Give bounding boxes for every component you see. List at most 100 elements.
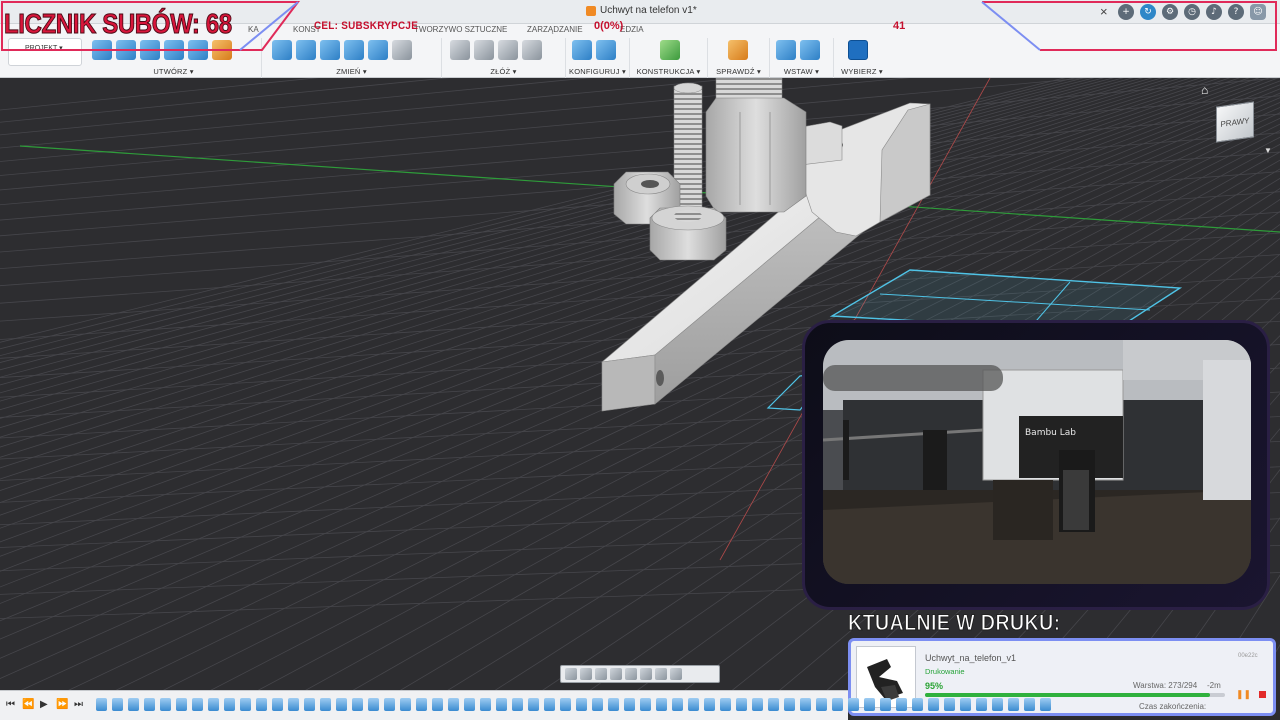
print-status: Drukowanie [925,667,965,676]
timeline-feature-icon[interactable] [640,698,651,711]
group-label-wstaw[interactable]: WSTAW ▾ [770,67,833,76]
timeline-feature-icon[interactable] [624,698,635,711]
timeline-feature-icon[interactable] [992,698,1003,711]
timeline-feature-icon[interactable] [944,698,955,711]
timeline-feature-icon[interactable] [592,698,603,711]
group-label-konstrukcja[interactable]: KONSTRUKCJA ▾ [630,67,707,76]
timeline-feature-icon[interactable] [608,698,619,711]
display-settings-icon[interactable] [640,668,652,680]
subscriber-counter: LICZNIK SUBÓW: 68 [4,8,233,40]
home-icon[interactable]: ⌂ [1201,83,1208,97]
timeline-last-icon[interactable]: ⏭ [74,699,83,710]
timeline-feature-icon[interactable] [400,698,411,711]
pause-icon[interactable]: ❚❚ [1236,689,1251,700]
timeline-feature-icon[interactable] [1024,698,1035,711]
timeline-feature-icon[interactable] [192,698,203,711]
timeline-feature-icon[interactable] [144,698,155,711]
print-job-id: 00e22c [1238,653,1258,659]
look-at-icon[interactable] [580,668,592,680]
group-label-zmien[interactable]: ZMIEŃ ▾ [262,67,441,76]
grid-settings-icon[interactable] [655,668,667,680]
print-percent: 95% [925,681,944,691]
timeline-feature-icon[interactable] [896,698,907,711]
timeline-feature-icon[interactable] [464,698,475,711]
timeline-feature-icon[interactable] [864,698,875,711]
timeline-feature-icon[interactable] [368,698,379,711]
timeline-feature-icon[interactable] [528,698,539,711]
timeline-feature-icon[interactable] [976,698,987,711]
pan-icon[interactable] [595,668,607,680]
group-label-sprawdz[interactable]: SPRAWDŹ ▾ [708,67,769,76]
timeline-feature-icon[interactable] [208,698,219,711]
timeline-feature-icon[interactable] [960,698,971,711]
timeline-feature-icon[interactable] [688,698,699,711]
timeline-feature-icon[interactable] [240,698,251,711]
timeline-feature-icon[interactable] [320,698,331,711]
timeline-feature-icon[interactable] [880,698,891,711]
printer-camera-image: Bambu Lab [823,340,1251,584]
print-remaining-time: -2m [1207,681,1221,690]
timeline-feature-icon[interactable] [224,698,235,711]
timeline-feature-icon[interactable] [448,698,459,711]
timeline-feature-icon[interactable] [496,698,507,711]
timeline-feature-icon[interactable] [128,698,139,711]
timeline-feature-icon[interactable] [576,698,587,711]
timeline-feature-icon[interactable] [432,698,443,711]
timeline-feature-icon[interactable] [160,698,171,711]
timeline-play-icon[interactable]: ▶ [40,699,48,710]
group-label-wybierz[interactable]: WYBIERZ ▾ [834,67,890,76]
view-cube-menu-icon[interactable]: ▼ [1264,146,1272,155]
timeline-feature-icon[interactable] [272,698,283,711]
now-printing-heading: KTUALNIE W DRUKU: [848,610,1061,636]
viewport-navigation-bar [560,665,720,683]
timeline-feature-icon[interactable] [512,698,523,711]
printer-brand-label: Bambu Lab [1025,428,1076,438]
timeline-feature-icon[interactable] [416,698,427,711]
timeline-feature-icon[interactable] [736,698,747,711]
print-layer: Warstwa: 273/294 [1133,681,1198,690]
timeline-feature-icon[interactable] [768,698,779,711]
print-progress-bar [925,693,1225,697]
timeline-feature-icon[interactable] [288,698,299,711]
timeline-feature-icon[interactable] [800,698,811,711]
viewports-icon[interactable] [670,668,682,680]
group-label-utworz[interactable]: UTWÓRZ ▾ [86,67,261,76]
group-label-zloz[interactable]: ZŁÓŻ ▾ [442,67,565,76]
timeline-feature-icon[interactable] [672,698,683,711]
small-knob-front-model[interactable] [649,205,727,261]
timeline-feature-icon[interactable] [176,698,187,711]
timeline-feature-icon[interactable] [544,698,555,711]
timeline-feature-icon[interactable] [816,698,827,711]
timeline-feature-icon[interactable] [256,698,267,711]
print-file-name: Uchwyt_na_telefon_v1 [925,653,1017,663]
timeline-next-icon[interactable]: ⏩ [56,699,68,710]
timeline-feature-icon[interactable] [96,698,107,711]
view-cube[interactable]: PRAWY [1216,101,1254,143]
timeline-feature-icon[interactable] [1040,698,1051,711]
group-label-konfiguruj[interactable]: KONFIGURUJ ▾ [566,67,629,76]
timeline-feature-icon[interactable] [720,698,731,711]
timeline-feature-icon[interactable] [784,698,795,711]
timeline-feature-icon[interactable] [480,698,491,711]
timeline-feature-icon[interactable] [384,698,395,711]
stop-icon[interactable] [1259,691,1266,698]
zoom-icon[interactable] [610,668,622,680]
timeline-feature-icon[interactable] [336,698,347,711]
timeline-feature-icon[interactable] [928,698,939,711]
timeline-feature-icon[interactable] [304,698,315,711]
timeline-feature-icon[interactable] [832,698,843,711]
timeline-previous-icon[interactable]: ⏪ [22,699,34,710]
timeline-feature-icon[interactable] [656,698,667,711]
fit-icon[interactable] [625,668,637,680]
timeline-feature-icon[interactable] [560,698,571,711]
timeline-first-icon[interactable]: ⏮ [6,699,15,710]
timeline-feature-icon[interactable] [112,698,123,711]
subscription-goal-progress: 0(0%) [594,20,624,32]
timeline-feature-icon[interactable] [352,698,363,711]
timeline-feature-icon[interactable] [752,698,763,711]
timeline-feature-icon[interactable] [1008,698,1019,711]
timeline-feature-icon[interactable] [704,698,715,711]
timeline-feature-icon[interactable] [848,698,859,711]
orbit-icon[interactable] [565,668,577,680]
timeline-feature-icon[interactable] [912,698,923,711]
